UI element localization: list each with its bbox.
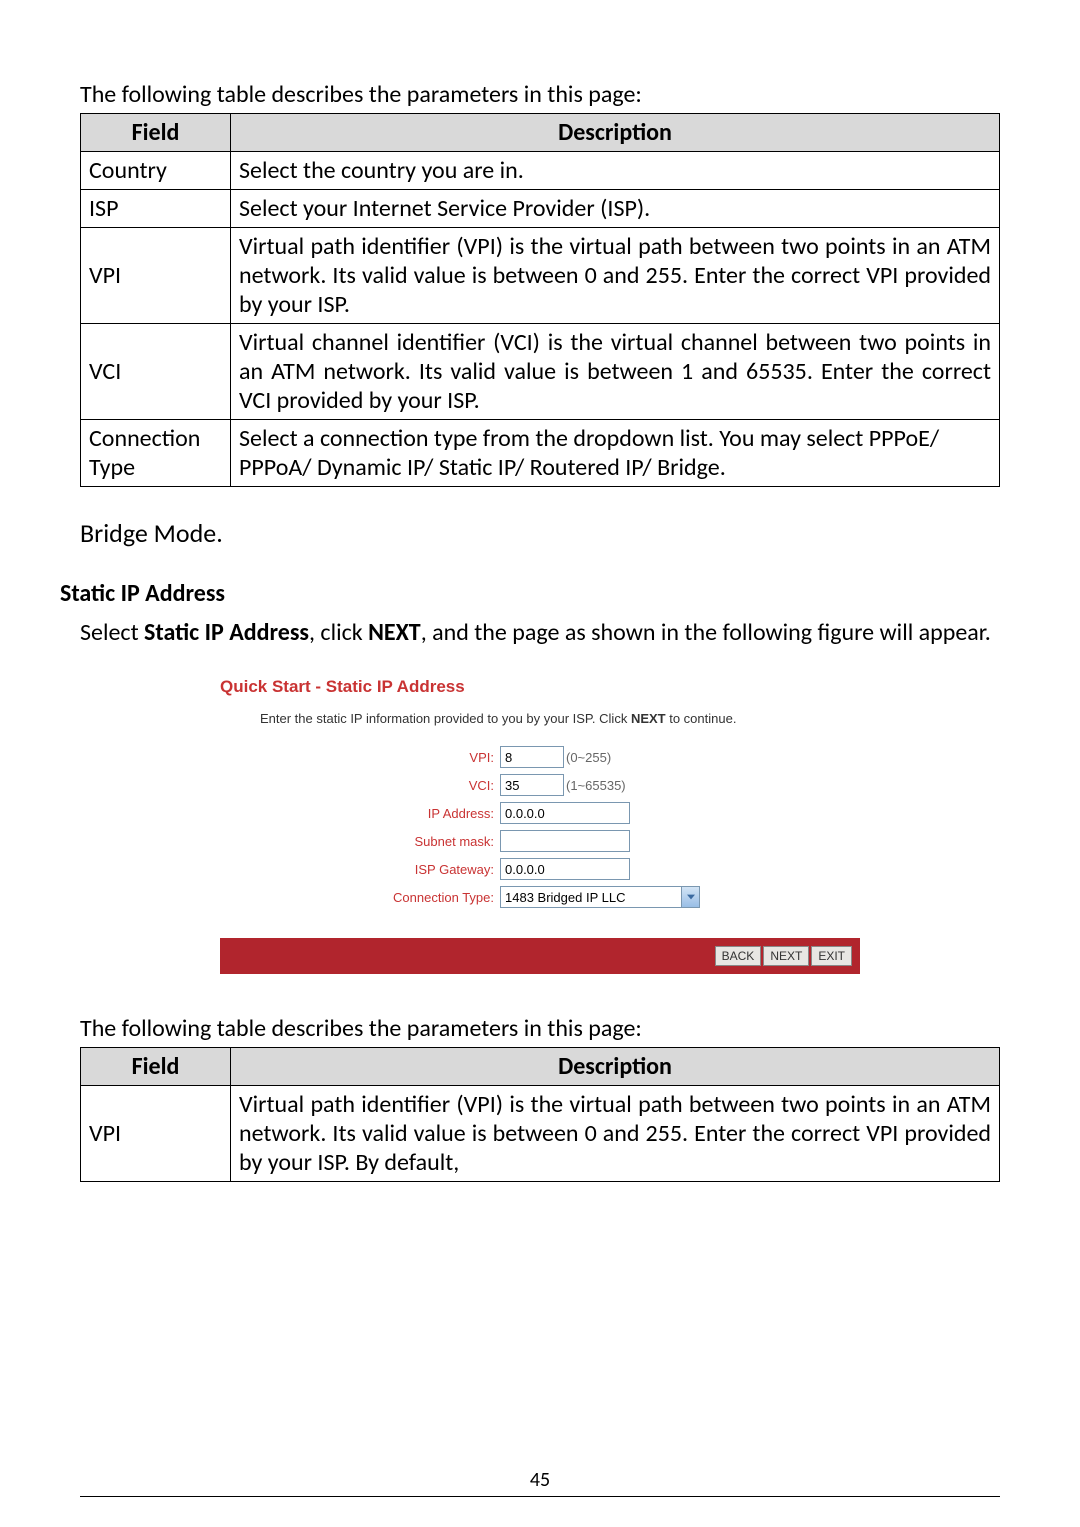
vpi-input[interactable] xyxy=(500,746,564,768)
table2-intro: The following table describes the parame… xyxy=(80,1014,1000,1043)
table1-intro: The following table describes the parame… xyxy=(80,80,1000,109)
subnet-mask-input[interactable] xyxy=(500,830,630,852)
subnet-mask-label: Subnet mask: xyxy=(340,834,500,849)
ip-address-input[interactable] xyxy=(500,802,630,824)
field-cell: ISP xyxy=(81,190,231,228)
quickstart-title: Quick Start - Static IP Address xyxy=(220,677,860,697)
field-cell: VCI xyxy=(81,324,231,420)
field-cell: VPI xyxy=(81,228,231,324)
table-row: Connection TypeSelect a connection type … xyxy=(81,420,1000,487)
quickstart-panel: Quick Start - Static IP Address Enter th… xyxy=(220,677,860,974)
description-cell: Virtual path identifier (VPI) is the vir… xyxy=(231,228,1000,324)
th-field-2: Field xyxy=(81,1048,231,1086)
description-cell: Virtual path identifier (VPI) is the vir… xyxy=(231,1086,1000,1182)
table-row: CountrySelect the country you are in. xyxy=(81,152,1000,190)
vci-input[interactable] xyxy=(500,774,564,796)
description-cell: Select the country you are in. xyxy=(231,152,1000,190)
vci-label: VCI: xyxy=(340,778,500,793)
description-cell: Virtual channel identifier (VCI) is the … xyxy=(231,324,1000,420)
table-row: VCIVirtual channel identifier (VCI) is t… xyxy=(81,324,1000,420)
connection-type-select[interactable]: 1483 Bridged IP LLC xyxy=(500,886,700,908)
field-cell: Connection Type xyxy=(81,420,231,487)
parameters-table-1: Field Description CountrySelect the coun… xyxy=(80,113,1000,487)
quickstart-footer: BACK NEXT EXIT xyxy=(220,938,860,974)
vpi-range: (0~255) xyxy=(566,750,611,765)
table-row: VPIVirtual path identifier (VPI) is the … xyxy=(81,228,1000,324)
field-cell: Country xyxy=(81,152,231,190)
page-footer: 45 xyxy=(80,1468,1000,1497)
quickstart-subtext: Enter the static IP information provided… xyxy=(260,711,860,726)
description-cell: Select a connection type from the dropdo… xyxy=(231,420,1000,487)
table-row: ISPSelect your Internet Service Provider… xyxy=(81,190,1000,228)
parameters-table-2: Field Description VPIVirtual path identi… xyxy=(80,1047,1000,1182)
page-number: 45 xyxy=(530,1468,550,1492)
th-description: Description xyxy=(231,114,1000,152)
th-field: Field xyxy=(81,114,231,152)
table-row: VPIVirtual path identifier (VPI) is the … xyxy=(81,1086,1000,1182)
connection-type-label: Connection Type: xyxy=(340,890,500,905)
exit-button[interactable]: EXIT xyxy=(811,946,852,966)
vpi-label: VPI: xyxy=(340,750,500,765)
section-heading-bridge-mode: Bridge Mode. xyxy=(80,517,1000,549)
isp-gateway-label: ISP Gateway: xyxy=(340,862,500,877)
th-description-2: Description xyxy=(231,1048,1000,1086)
next-button[interactable]: NEXT xyxy=(763,946,809,966)
sub-heading-static-ip: Static IP Address xyxy=(60,579,1000,608)
vci-range: (1~65535) xyxy=(566,778,626,793)
isp-gateway-input[interactable] xyxy=(500,858,630,880)
chevron-down-icon xyxy=(681,887,699,907)
ip-address-label: IP Address: xyxy=(340,806,500,821)
connection-type-value: 1483 Bridged IP LLC xyxy=(501,887,681,907)
field-cell: VPI xyxy=(81,1086,231,1182)
static-ip-body-text: Select Static IP Address, click NEXT, an… xyxy=(80,618,1000,647)
back-button[interactable]: BACK xyxy=(715,946,762,966)
description-cell: Select your Internet Service Provider (I… xyxy=(231,190,1000,228)
quickstart-form: VPI: (0~255) VCI: (1~65535) IP Address: … xyxy=(340,746,860,908)
